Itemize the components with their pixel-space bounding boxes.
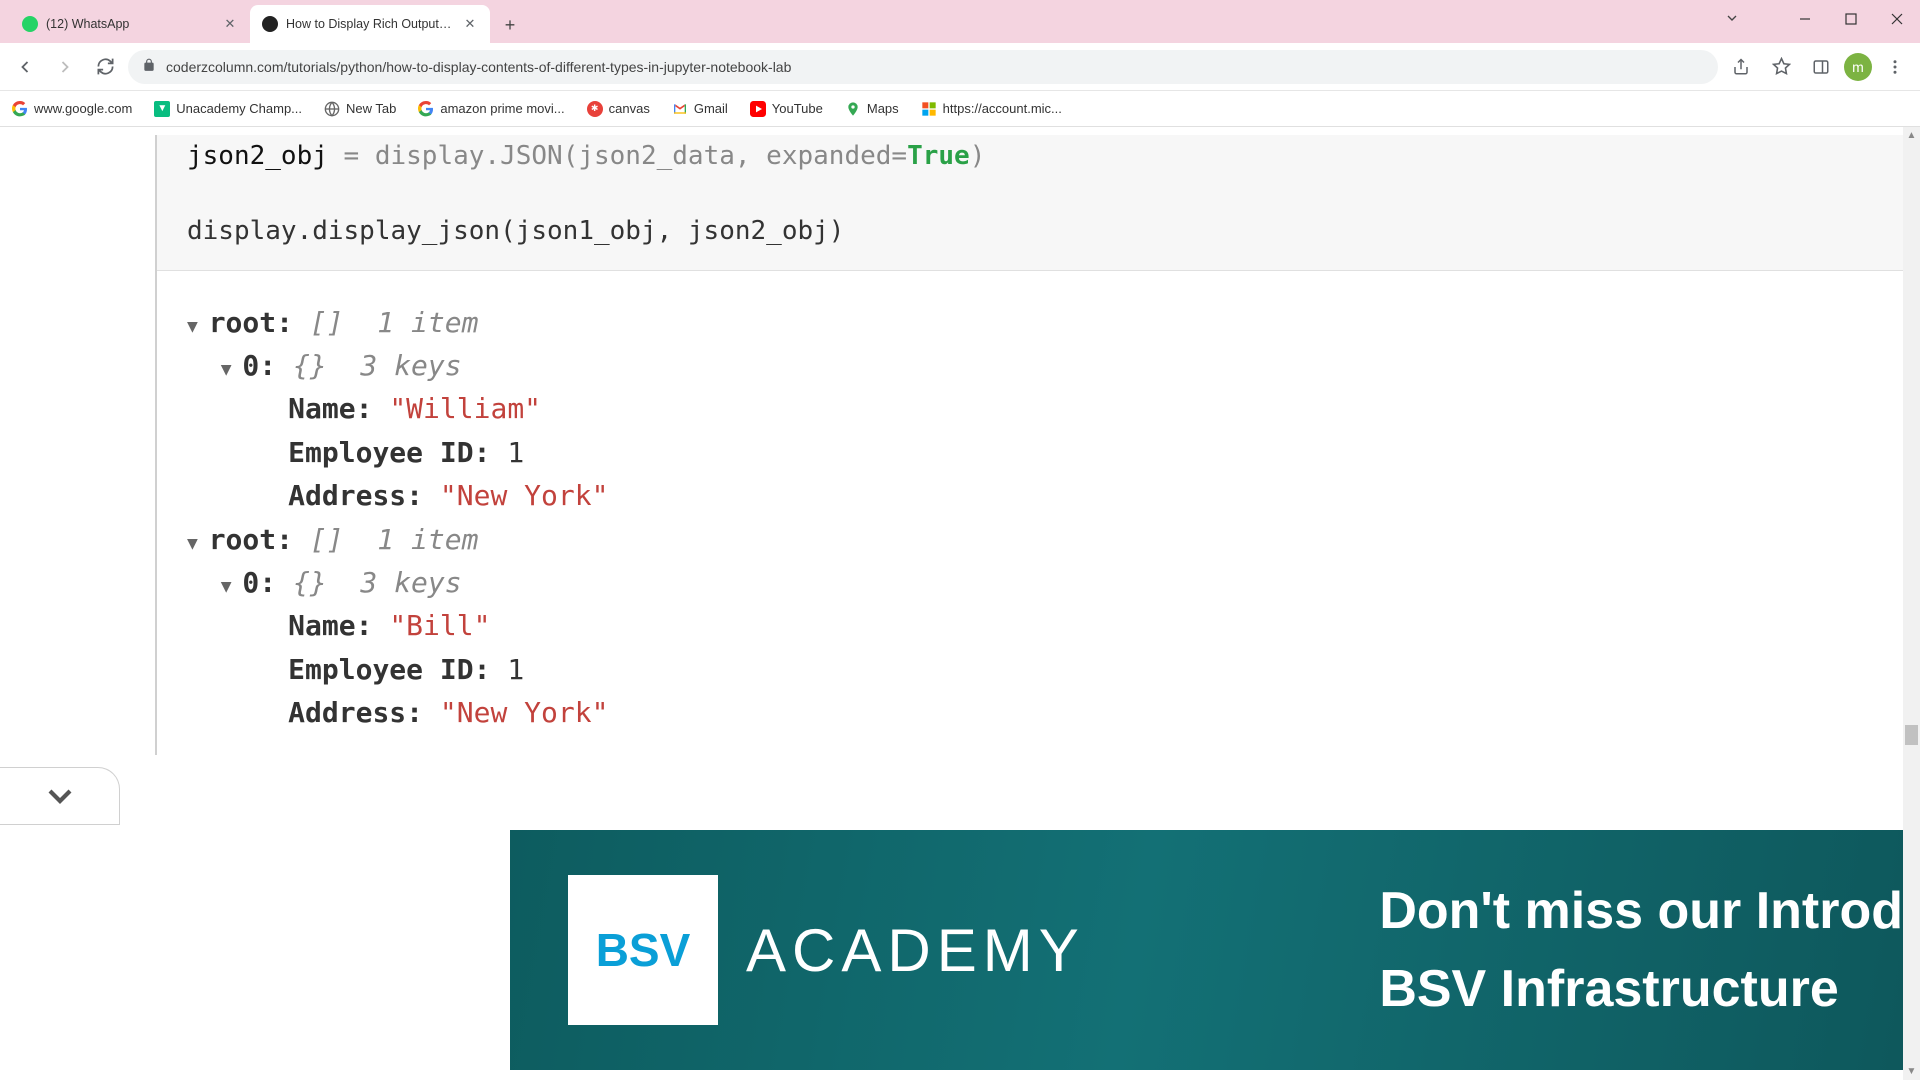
reload-button[interactable]: [88, 50, 122, 84]
canvas-icon: ✱: [587, 101, 603, 117]
side-panel-button[interactable]: [1804, 50, 1838, 84]
bookmark-microsoft[interactable]: https://account.mic...: [921, 101, 1062, 117]
close-icon[interactable]: ✕: [222, 16, 238, 32]
json-kv-row: Name: "William": [187, 387, 1900, 430]
bookmark-label: amazon prime movi...: [440, 101, 564, 116]
whatsapp-icon: [22, 16, 38, 32]
json-output: ▼ root: [] 1 item ▼ 0: {} 3 keys Name: "…: [157, 271, 1920, 755]
new-tab-button[interactable]: +: [496, 11, 524, 39]
ad-text-line: BSV Infrastructure: [1379, 950, 1903, 1028]
bookmark-unacademy[interactable]: ▼ Unacademy Champ...: [154, 101, 302, 117]
maps-icon: [845, 101, 861, 117]
json-kv-row: Address: "New York": [187, 474, 1900, 517]
bookmark-label: canvas: [609, 101, 650, 116]
unacademy-icon: ▼: [154, 101, 170, 117]
profile-avatar[interactable]: m: [1844, 53, 1872, 81]
bookmark-amazon[interactable]: amazon prime movi...: [418, 101, 564, 117]
bookmark-label: YouTube: [772, 101, 823, 116]
ad-logo: BSV: [568, 875, 718, 1025]
scroll-up-arrow[interactable]: ▲: [1903, 127, 1920, 144]
code-line-cut: json2_obj = display.JSON(json2_data, exp…: [187, 141, 1900, 171]
browser-toolbar: coderzcolumn.com/tutorials/python/how-to…: [0, 43, 1920, 91]
bookmark-google[interactable]: www.google.com: [12, 101, 132, 117]
json-root-row[interactable]: ▼ root: [] 1 item: [187, 301, 1900, 344]
globe-icon: [324, 101, 340, 117]
json-item-row[interactable]: ▼ 0: {} 3 keys: [187, 561, 1900, 604]
bookmark-canvas[interactable]: ✱ canvas: [587, 101, 650, 117]
bookmark-label: www.google.com: [34, 101, 132, 116]
menu-button[interactable]: [1878, 50, 1912, 84]
bookmark-star-button[interactable]: [1764, 50, 1798, 84]
google-icon: [418, 101, 434, 117]
site-icon: [262, 16, 278, 32]
json-item-row[interactable]: ▼ 0: {} 3 keys: [187, 344, 1900, 387]
bookmark-label: https://account.mic...: [943, 101, 1062, 116]
tab-strip: (12) WhatsApp ✕ How to Display Rich Outp…: [10, 5, 490, 43]
ad-academy-text: ACADEMY: [746, 916, 1085, 985]
bookmark-label: Maps: [867, 101, 899, 116]
json-kv-row: Address: "New York": [187, 691, 1900, 734]
share-button[interactable]: [1724, 50, 1758, 84]
code-line: display.display_json(json1_obj, json2_ob…: [187, 211, 1900, 251]
microsoft-icon: [921, 101, 937, 117]
tab-title: How to Display Rich Outputs (im: [286, 17, 454, 31]
json-kv-row: Name: "Bill": [187, 604, 1900, 647]
json-kv-row: Employee ID: 1: [187, 648, 1900, 691]
notebook-cell-area: json2_obj = display.JSON(json2_data, exp…: [155, 135, 1920, 755]
avatar-letter: m: [1852, 59, 1864, 75]
tab-search-button[interactable]: [1724, 10, 1740, 31]
window-controls: [1782, 0, 1920, 38]
ad-headline: Don't miss our Introd BSV Infrastructure: [1379, 830, 1903, 1070]
ad-text-line: Don't miss our Introd: [1379, 872, 1903, 950]
code-line-blank: [187, 171, 1900, 211]
tab-coderzcolumn[interactable]: How to Display Rich Outputs (im ✕: [250, 5, 490, 43]
gmail-icon: [672, 101, 688, 117]
bookmark-gmail[interactable]: Gmail: [672, 101, 728, 117]
minimize-button[interactable]: [1782, 0, 1828, 38]
tab-title: (12) WhatsApp: [46, 17, 214, 31]
scroll-thumb[interactable]: [1905, 725, 1918, 745]
collapse-toggle[interactable]: [0, 767, 120, 825]
chevron-down-icon: [40, 776, 80, 816]
bookmark-label: Gmail: [694, 101, 728, 116]
bookmark-newtab[interactable]: New Tab: [324, 101, 396, 117]
ad-banner[interactable]: BSV ACADEMY Don't miss our Introd BSV In…: [510, 830, 1903, 1070]
page-content: json2_obj = display.JSON(json2_data, exp…: [0, 127, 1920, 1080]
lock-icon: [142, 58, 156, 75]
bookmark-label: New Tab: [346, 101, 396, 116]
url-text: coderzcolumn.com/tutorials/python/how-to…: [166, 59, 1704, 75]
scroll-down-arrow[interactable]: ▼: [1903, 1063, 1920, 1080]
google-icon: [12, 101, 28, 117]
bookmark-label: Unacademy Champ...: [176, 101, 302, 116]
back-button[interactable]: [8, 50, 42, 84]
bookmarks-bar: www.google.com ▼ Unacademy Champ... New …: [0, 91, 1920, 127]
code-cell: json2_obj = display.JSON(json2_data, exp…: [157, 135, 1920, 271]
forward-button[interactable]: [48, 50, 82, 84]
youtube-icon: [750, 101, 766, 117]
bookmark-maps[interactable]: Maps: [845, 101, 899, 117]
browser-titlebar: (12) WhatsApp ✕ How to Display Rich Outp…: [0, 0, 1920, 43]
vertical-scrollbar[interactable]: ▲ ▼: [1903, 127, 1920, 1080]
json-root-row[interactable]: ▼ root: [] 1 item: [187, 518, 1900, 561]
bookmark-youtube[interactable]: YouTube: [750, 101, 823, 117]
close-window-button[interactable]: [1874, 0, 1920, 38]
close-icon[interactable]: ✕: [462, 16, 478, 32]
maximize-button[interactable]: [1828, 0, 1874, 38]
tab-whatsapp[interactable]: (12) WhatsApp ✕: [10, 5, 250, 43]
address-bar[interactable]: coderzcolumn.com/tutorials/python/how-to…: [128, 50, 1718, 84]
json-kv-row: Employee ID: 1: [187, 431, 1900, 474]
